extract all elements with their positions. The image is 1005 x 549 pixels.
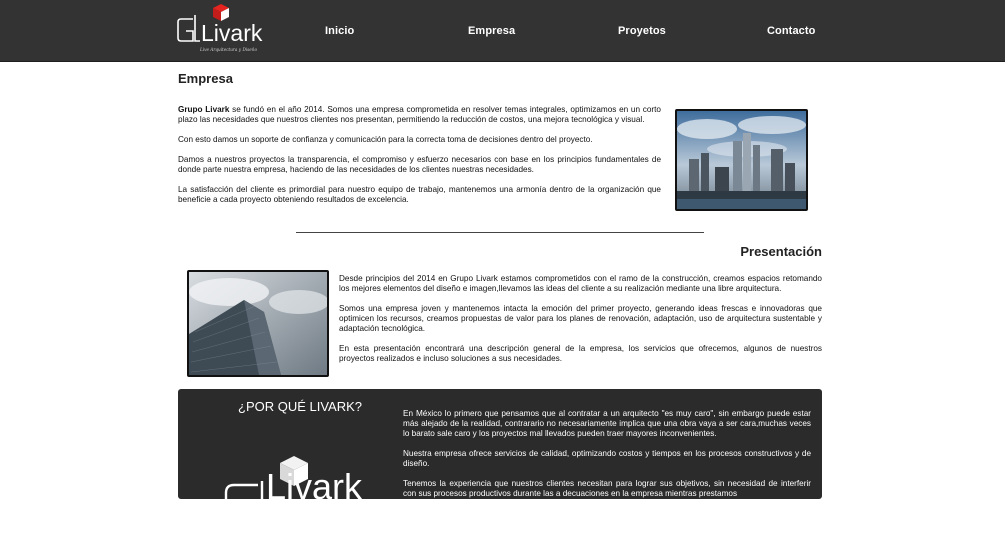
section-divider (296, 232, 704, 233)
livark-logo[interactable]: Livark Live Arquitectura y Diseño (176, 2, 268, 56)
nav-empresa[interactable]: Empresa (468, 25, 515, 37)
empresa-text: Grupo Livark se fundó en el año 2014. So… (178, 105, 661, 215)
presentacion-heading: Presentación (740, 244, 822, 259)
why-paragraph-3: Tenemos la experiencia que nuestros clie… (403, 479, 811, 498)
presentacion-text: Desde principios del 2014 en Grupo Livar… (339, 274, 822, 374)
logo-wordmark: Livark (201, 20, 263, 46)
city-skyline-photo (675, 109, 808, 211)
livark-large-logo: Livark (224, 456, 363, 499)
empresa-lead-bold: Grupo Livark (178, 105, 230, 114)
nav-inicio[interactable]: Inicio (325, 25, 354, 37)
empresa-paragraph-4: La satisfacción del cliente es primordia… (178, 185, 661, 204)
nav-contacto[interactable]: Contacto (767, 25, 815, 37)
empresa-paragraph-2: Con esto damos un soporte de confianza y… (178, 135, 593, 144)
empresa-paragraph-1: Grupo Livark se fundó en el año 2014. So… (178, 105, 661, 125)
empresa-heading: Empresa (178, 71, 233, 86)
presentacion-paragraph-2: Somos una empresa joven y mantenemos int… (339, 304, 822, 333)
tower-photo (187, 270, 329, 377)
large-logo-wordmark: Livark (266, 466, 363, 499)
why-paragraph-2: Nuestra empresa ofrece servicios de cali… (403, 449, 811, 468)
presentacion-paragraph-1: Desde principios del 2014 en Grupo Livar… (339, 274, 822, 293)
logo-tagline: Live Arquitectura y Diseño (199, 47, 257, 52)
empresa-paragraph-3: Damos a nuestros proyectos la transparen… (178, 155, 661, 174)
why-livark-text: En México lo primero que pensamos que al… (403, 409, 811, 499)
why-livark-panel: ¿POR QUÉ LIVARK? Livark En México lo pri… (178, 389, 822, 499)
empresa-para1-rest: se fundó en el año 2014. Somos una empre… (178, 105, 661, 124)
why-paragraph-1: En México lo primero que pensamos que al… (403, 409, 811, 438)
why-livark-title: ¿POR QUÉ LIVARK? (238, 399, 363, 414)
presentacion-paragraph-3: En esta presentación encontrará una desc… (339, 344, 822, 363)
nav-proyetos[interactable]: Proyetos (618, 25, 666, 37)
top-navbar: Livark Live Arquitectura y Diseño Inicio… (0, 0, 1005, 62)
